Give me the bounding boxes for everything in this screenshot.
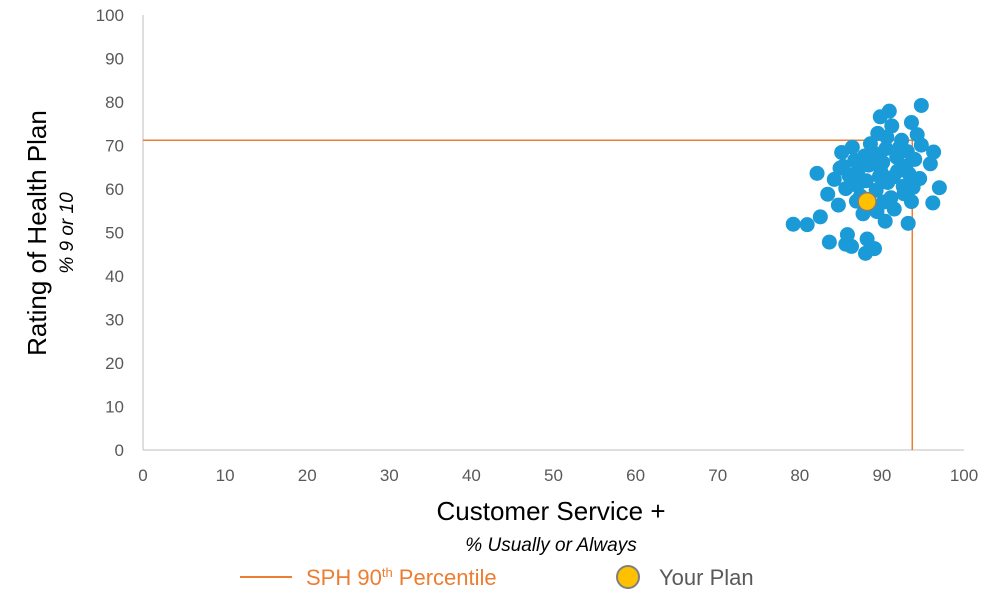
- legend-your-plan-label: Your Plan: [659, 565, 754, 590]
- x-tick-label: 70: [708, 466, 727, 485]
- plan-data-point: [886, 201, 902, 217]
- percentile-reference-lines: [143, 139, 914, 450]
- x-axis-title: Customer Service +: [436, 496, 665, 526]
- plan-data-point: [809, 165, 825, 181]
- y-tick-label: 10: [105, 398, 124, 417]
- y-tick-label: 0: [115, 441, 124, 460]
- y-tick-label: 60: [105, 180, 124, 199]
- legend-your-plan-marker: [616, 565, 640, 589]
- y-tick-label: 100: [96, 6, 124, 25]
- x-tick-label: 20: [298, 466, 317, 485]
- plan-data-point: [892, 139, 908, 155]
- y-tick-label: 50: [105, 224, 124, 243]
- scatter-points: [785, 97, 947, 261]
- plan-data-point: [900, 215, 916, 231]
- plan-data-point: [922, 156, 938, 172]
- plan-data-point: [852, 174, 868, 190]
- plan-data-point: [838, 181, 854, 197]
- x-tick-label: 30: [380, 466, 399, 485]
- y-tick-label: 80: [105, 93, 124, 112]
- scatter-chart: 0 10 20 30 40 50 60 70 80 90 100 0 10 20 30 40 50 60 70 80…: [22, 6, 979, 590]
- x-tick-label: 0: [138, 466, 147, 485]
- x-tick-label: 80: [790, 466, 809, 485]
- plan-data-point: [820, 186, 836, 202]
- plan-data-point: [913, 97, 929, 113]
- x-axis-subtitle: % Usually or Always: [465, 535, 637, 556]
- x-tick-labels: 0 10 20 30 40 50 60 70 80 90 100: [138, 466, 978, 485]
- plan-data-point: [799, 217, 815, 233]
- legend-percentile-label: SPH 90th Percentile: [306, 565, 497, 590]
- plan-data-point: [834, 144, 850, 160]
- x-tick-label: 60: [626, 466, 645, 485]
- x-tick-label: 40: [462, 466, 481, 485]
- plan-data-point: [931, 180, 947, 196]
- plan-data-point: [925, 195, 941, 211]
- plan-data-point: [821, 234, 837, 250]
- y-tick-label: 20: [105, 354, 124, 373]
- plan-data-point: [871, 168, 887, 184]
- y-tick-label: 30: [105, 311, 124, 330]
- plan-data-point: [785, 216, 801, 232]
- legend: SPH 90th Percentile Your Plan: [240, 565, 754, 590]
- y-tick-label: 40: [105, 267, 124, 286]
- plan-data-point: [889, 163, 905, 179]
- your-plan-point-group: [857, 191, 877, 212]
- plan-data-point: [812, 209, 828, 225]
- plan-data-point: [857, 245, 873, 261]
- y-tick-label: 90: [105, 50, 124, 69]
- x-tick-label: 90: [872, 466, 891, 485]
- y-axis-title: Rating of Health Plan: [22, 110, 52, 356]
- plan-data-point: [830, 197, 846, 213]
- plan-data-point: [835, 158, 851, 174]
- x-tick-label: 50: [544, 466, 563, 485]
- plan-data-point: [844, 238, 860, 254]
- x-tick-label: 10: [216, 466, 235, 485]
- y-axis-subtitle: % 9 or 10: [57, 192, 78, 274]
- y-tick-label: 70: [105, 137, 124, 156]
- plot-area: 0 10 20 30 40 50 60 70 80 90 100 0 10 20 30 40 50 60 70 80…: [96, 6, 979, 485]
- plan-data-point: [896, 186, 912, 202]
- your-plan-point: [857, 191, 877, 212]
- y-tick-labels: 0 10 20 30 40 50 60 70 80 90 100: [96, 6, 124, 460]
- plan-data-point: [879, 129, 895, 145]
- x-tick-label: 100: [950, 466, 978, 485]
